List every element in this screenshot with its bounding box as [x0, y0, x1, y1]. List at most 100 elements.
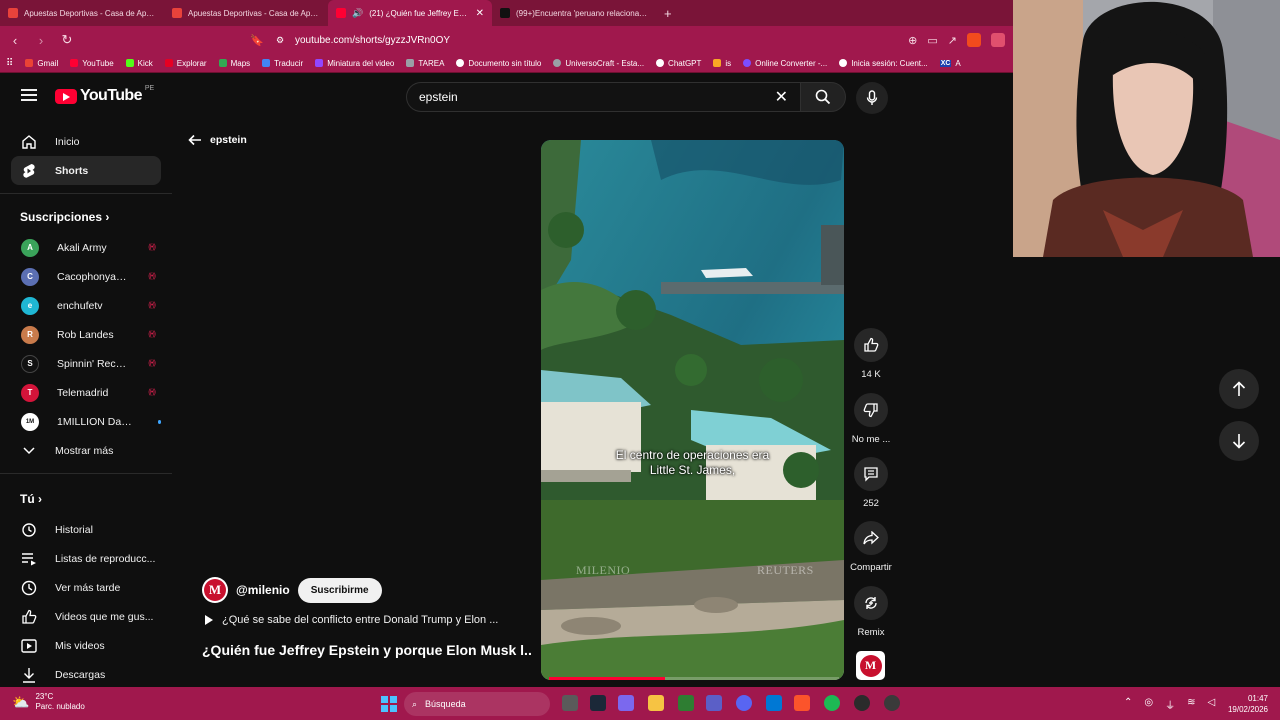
sidebar-subscription[interactable]: R Rob Landes ((•)): [11, 320, 161, 349]
channel-handle[interactable]: @milenio: [236, 583, 290, 597]
copilot-icon[interactable]: [618, 695, 634, 711]
back-to-results-link[interactable]: epstein: [188, 134, 247, 146]
short-video-player[interactable]: El centro de operaciones era Little St. …: [541, 140, 844, 680]
microphone-tray-icon[interactable]: ⏚: [1165, 697, 1175, 712]
brave-icon[interactable]: [794, 695, 810, 711]
address-bar[interactable]: 🔖 ⚙ youtube.com/shorts/gyzzJVRn0OY: [250, 30, 890, 50]
sidebar-subscription[interactable]: T Telemadrid ((•)): [11, 378, 161, 407]
reload-icon[interactable]: ↻: [60, 32, 74, 48]
url-text[interactable]: youtube.com/shorts/gyzzJVRn0OY: [295, 35, 450, 46]
search-input[interactable]: [419, 90, 775, 104]
mail-icon[interactable]: [766, 695, 782, 711]
next-short-button[interactable]: [1219, 421, 1259, 461]
browser-tab[interactable]: Apuestas Deportivas - Casa de Apuestas: [164, 0, 328, 26]
like-action[interactable]: 14 K: [846, 328, 896, 380]
obs-icon[interactable]: [884, 695, 900, 711]
subscriptions-header[interactable]: Suscripciones ›: [20, 210, 109, 224]
like-button[interactable]: [854, 328, 888, 362]
bookmark-item[interactable]: Explorar: [164, 59, 207, 68]
bookmark-item[interactable]: Inicia sesión: Cuent...: [839, 59, 928, 68]
notes-icon[interactable]: [678, 695, 694, 711]
bookmark-item[interactable]: ChatGPT: [656, 59, 701, 68]
dislike-action[interactable]: No me ...: [846, 393, 896, 445]
bookmark-item[interactable]: Gmail: [25, 59, 58, 68]
remix-button[interactable]: [854, 586, 888, 620]
you-header[interactable]: Tú ›: [20, 492, 42, 506]
sidebar-item-playlists[interactable]: Listas de reproducc...: [11, 544, 161, 573]
sidebar-subscription[interactable]: e enchufetv ((•)): [11, 291, 161, 320]
hamburger-menu-icon[interactable]: [21, 89, 37, 101]
taskbar-search[interactable]: ⌕ Búsqueda: [404, 692, 550, 716]
remix-action[interactable]: Remix: [846, 586, 896, 638]
youtube-logo[interactable]: YouTube PE: [55, 85, 154, 105]
subscribe-button[interactable]: Suscribirme: [297, 577, 382, 603]
voice-search-button[interactable]: [856, 82, 888, 114]
comments-action[interactable]: 252: [846, 457, 896, 509]
sidebar-item-watch-later[interactable]: Ver más tarde: [11, 573, 161, 602]
bookmark-item[interactable]: Maps: [218, 59, 250, 68]
teams-icon[interactable]: [706, 695, 722, 711]
bookmark-item[interactable]: YouTube: [70, 59, 114, 68]
obs-recording-icon[interactable]: [854, 695, 870, 711]
bookmark-item[interactable]: Online Converter -...: [743, 59, 827, 68]
channel-thumbnail[interactable]: M: [856, 651, 885, 680]
sidebar-subscription[interactable]: C CacophonyandDi... ((•)): [11, 262, 161, 291]
network-icon[interactable]: ◎: [1144, 697, 1153, 712]
share-button[interactable]: [854, 521, 888, 555]
bookmark-item[interactable]: Miniatura del video: [315, 59, 394, 68]
spotify-icon[interactable]: [824, 695, 840, 711]
search-box[interactable]: ✕: [406, 82, 800, 112]
speaker-icon[interactable]: 🔊: [352, 8, 363, 19]
volume-icon[interactable]: ◁: [1208, 697, 1216, 712]
clear-search-icon[interactable]: ✕: [775, 87, 788, 107]
new-tab-button[interactable]: +: [664, 6, 672, 21]
wifi-icon[interactable]: ≋: [1187, 697, 1195, 712]
install-app-icon[interactable]: ▭: [927, 34, 937, 47]
bookmark-item[interactable]: Documento sin título: [456, 59, 541, 68]
browser-tab[interactable]: (99+)Encuentra 'peruano relacionado: [492, 0, 656, 26]
comments-button[interactable]: [854, 457, 888, 491]
clock[interactable]: 01:47 19/02/2026: [1228, 693, 1268, 715]
windows-start-icon[interactable]: [381, 696, 397, 712]
related-video-link[interactable]: ¿Qué se sabe del conflicto entre Donald …: [204, 614, 498, 626]
browser-tab-active[interactable]: 🔊 (21) ¿Quién fue Jeffrey Epstein ✕: [328, 0, 492, 26]
bookmark-item[interactable]: Traducir: [262, 59, 303, 68]
share-icon[interactable]: ↗: [948, 34, 957, 47]
dislike-button[interactable]: [854, 393, 888, 427]
steam-icon[interactable]: [590, 695, 606, 711]
brave-rewards-icon[interactable]: [991, 33, 1005, 47]
sidebar-item-my-videos[interactable]: Mis videos: [11, 631, 161, 660]
discord-icon[interactable]: [736, 695, 752, 711]
channel-avatar[interactable]: M: [202, 577, 228, 603]
sidebar-subscription[interactable]: 1M 1MILLION Dance...: [11, 407, 161, 436]
search-button[interactable]: [800, 82, 846, 112]
apps-grid-icon[interactable]: ⠿: [6, 58, 13, 69]
file-explorer-icon[interactable]: [648, 695, 664, 711]
bookmark-item[interactable]: UniversoCraft - Esta...: [553, 59, 644, 68]
bookmark-item[interactable]: XC A: [939, 59, 961, 68]
sidebar-item-downloads[interactable]: Descargas: [11, 660, 161, 687]
show-more-button[interactable]: Mostrar más: [11, 436, 161, 465]
sidebar-subscription[interactable]: A Akali Army ((•)): [11, 233, 161, 262]
bookmark-item[interactable]: is: [713, 59, 731, 68]
back-arrow-icon[interactable]: ‹: [8, 33, 22, 48]
brave-shield-icon[interactable]: [967, 33, 981, 47]
site-info-icon[interactable]: ⚙: [276, 35, 284, 46]
bookmark-item[interactable]: TAREA: [406, 59, 444, 68]
chevron-up-icon[interactable]: ⌃: [1124, 697, 1132, 712]
browser-tab[interactable]: Apuestas Deportivas - Casa de Apuestas: [0, 0, 164, 26]
bookmark-item[interactable]: Kick: [125, 59, 153, 68]
forward-arrow-icon[interactable]: ›: [34, 33, 48, 48]
share-action[interactable]: Compartir: [846, 521, 896, 573]
sidebar-item-shorts[interactable]: Shorts: [11, 156, 161, 185]
short-title[interactable]: ¿Quién fue Jeffrey Epstein y porque Elon…: [202, 642, 532, 658]
sidebar-item-historial[interactable]: Historial: [11, 515, 161, 544]
task-view-icon[interactable]: [562, 695, 578, 711]
sidebar-subscription[interactable]: S Spinnin' Records ((•)): [11, 349, 161, 378]
sidebar-item-inicio[interactable]: Inicio: [11, 127, 161, 156]
zoom-icon[interactable]: ⊕: [908, 34, 917, 47]
sidebar-item-liked[interactable]: Videos que me gus...: [11, 602, 161, 631]
previous-short-button[interactable]: [1219, 369, 1259, 409]
video-progress-bar[interactable]: [549, 677, 839, 680]
bookmark-icon[interactable]: 🔖: [250, 34, 264, 47]
